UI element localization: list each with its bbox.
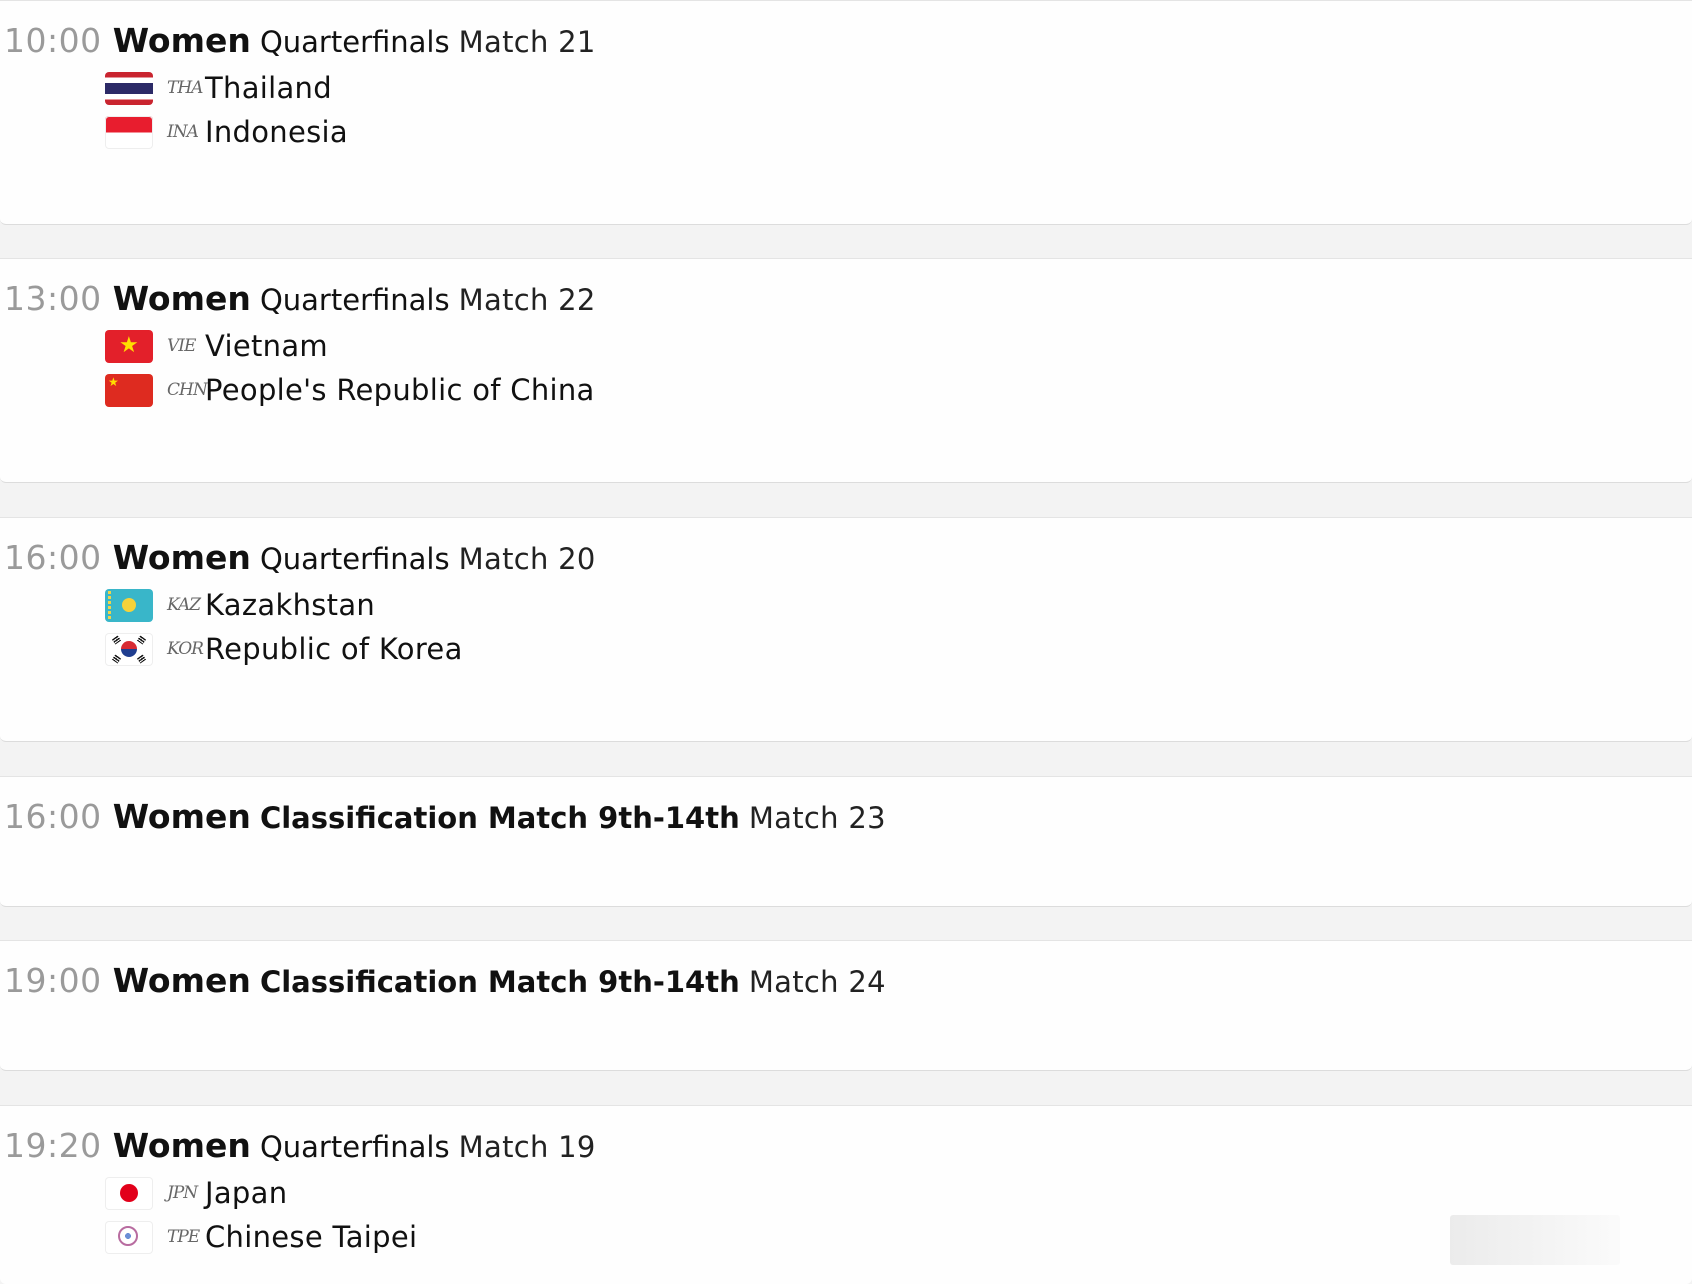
match-time: 13:00 bbox=[4, 279, 102, 318]
match-phase: Quarterfinals bbox=[259, 1130, 450, 1164]
match-time: 10:00 bbox=[4, 21, 102, 60]
match-title: 13:00 Women Quarterfinals Match 22 bbox=[4, 279, 596, 325]
team-row[interactable]: KOR Republic of Korea bbox=[105, 629, 463, 669]
team-name: Republic of Korea bbox=[205, 632, 463, 666]
match-phase: Quarterfinals bbox=[259, 542, 450, 576]
team-name: Kazakhstan bbox=[205, 588, 376, 622]
team-row[interactable]: THA Thailand bbox=[105, 68, 332, 108]
team-name: Japan bbox=[205, 1176, 288, 1210]
match-gender: Women bbox=[112, 538, 251, 577]
chinese-taipei-flag-icon bbox=[105, 1220, 153, 1254]
watermark bbox=[1450, 1215, 1620, 1265]
match-phase: Quarterfinals bbox=[259, 25, 450, 59]
match-phase: Classification Match 9th-14th bbox=[259, 965, 740, 999]
team-name: Indonesia bbox=[205, 115, 348, 149]
match-card[interactable]: 16:00 Women Quarterfinals Match 20 KAZ K… bbox=[0, 517, 1692, 742]
match-title: 16:00 Women Quarterfinals Match 20 bbox=[4, 538, 596, 584]
match-time: 19:00 bbox=[4, 961, 102, 1000]
match-number: Match 19 bbox=[458, 1130, 596, 1164]
match-number: Match 20 bbox=[458, 542, 596, 576]
match-phase: Classification Match 9th-14th bbox=[259, 801, 740, 835]
match-time: 16:00 bbox=[4, 538, 102, 577]
team-name: Vietnam bbox=[205, 329, 328, 363]
kazakhstan-flag-icon bbox=[105, 588, 153, 622]
team-row[interactable]: CHN People's Republic of China bbox=[105, 370, 595, 410]
match-gender: Women bbox=[112, 279, 251, 318]
team-code: KOR bbox=[167, 639, 204, 659]
team-name: Thailand bbox=[205, 71, 332, 105]
match-time: 19:20 bbox=[4, 1126, 102, 1165]
match-title: 19:20 Women Quarterfinals Match 19 bbox=[4, 1126, 596, 1172]
team-code: THA bbox=[167, 78, 203, 98]
match-card[interactable]: 19:20 Women Quarterfinals Match 19 JPN J… bbox=[0, 1105, 1692, 1284]
match-title: 19:00 Women Classification Match 9th-14t… bbox=[4, 961, 886, 1007]
match-title: 10:00 Women Quarterfinals Match 21 bbox=[4, 21, 596, 67]
match-phase: Quarterfinals bbox=[259, 283, 450, 317]
team-name: People's Republic of China bbox=[205, 373, 595, 407]
match-number: Match 22 bbox=[458, 283, 596, 317]
team-code: INA bbox=[167, 122, 199, 142]
team-row[interactable]: TPE Chinese Taipei bbox=[105, 1217, 417, 1257]
china-flag-icon bbox=[105, 373, 153, 407]
team-code: TPE bbox=[167, 1227, 200, 1247]
match-number: Match 24 bbox=[748, 965, 886, 999]
team-code: KAZ bbox=[167, 595, 201, 615]
japan-flag-icon bbox=[105, 1176, 153, 1210]
match-gender: Women bbox=[112, 1126, 251, 1165]
match-title: 16:00 Women Classification Match 9th-14t… bbox=[4, 797, 886, 843]
vietnam-flag-icon bbox=[105, 329, 153, 363]
team-row[interactable]: JPN Japan bbox=[105, 1173, 287, 1213]
team-name: Chinese Taipei bbox=[205, 1220, 418, 1254]
match-number: Match 23 bbox=[748, 801, 886, 835]
match-time: 16:00 bbox=[4, 797, 102, 836]
team-row[interactable]: INA Indonesia bbox=[105, 112, 348, 152]
match-gender: Women bbox=[112, 21, 251, 60]
indonesia-flag-icon bbox=[105, 115, 153, 149]
match-card[interactable]: 19:00 Women Classification Match 9th-14t… bbox=[0, 940, 1692, 1071]
team-code: JPN bbox=[167, 1183, 198, 1203]
match-gender: Women bbox=[112, 797, 251, 836]
team-code: VIE bbox=[167, 336, 196, 356]
team-row[interactable]: VIE Vietnam bbox=[105, 326, 328, 366]
match-gender: Women bbox=[112, 961, 251, 1000]
team-code: CHN bbox=[167, 380, 208, 400]
thailand-flag-icon bbox=[105, 71, 153, 105]
match-card[interactable]: 16:00 Women Classification Match 9th-14t… bbox=[0, 776, 1692, 907]
match-number: Match 21 bbox=[458, 25, 596, 59]
team-row[interactable]: KAZ Kazakhstan bbox=[105, 585, 375, 625]
korea-flag-icon bbox=[105, 632, 153, 666]
match-card[interactable]: 10:00 Women Quarterfinals Match 21 THA T… bbox=[0, 0, 1692, 225]
match-card[interactable]: 13:00 Women Quarterfinals Match 22 VIE V… bbox=[0, 258, 1692, 483]
